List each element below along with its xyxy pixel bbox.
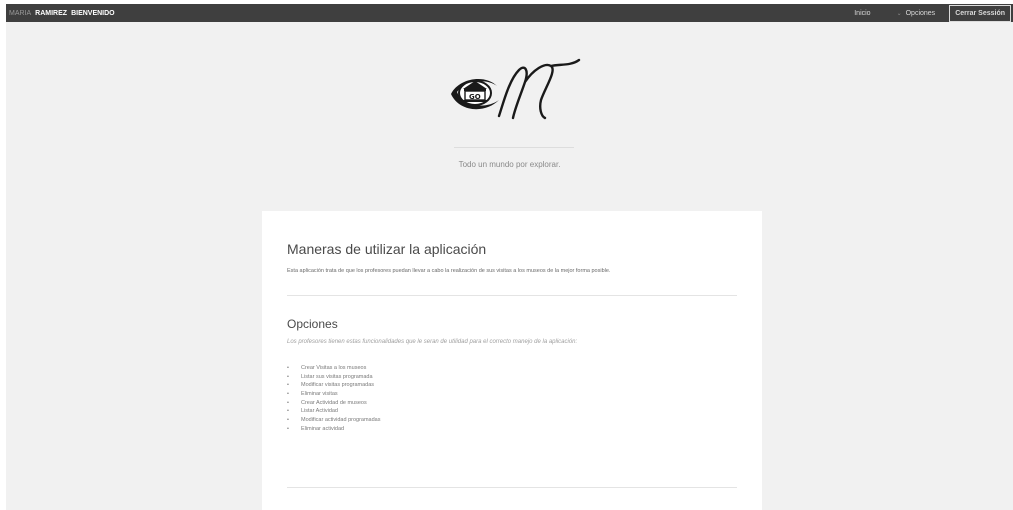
top-navbar: MARIA RAMIREZ BIENVENIDO Inicio ⌄ Opcion… — [6, 4, 1013, 22]
nav-home-link[interactable]: Inicio — [854, 10, 870, 17]
user-greeting: MARIA RAMIREZ BIENVENIDO — [9, 10, 115, 17]
list-item: Crear Visitas a los museos — [287, 364, 380, 373]
welcome-text: BIENVENIDO — [71, 9, 115, 17]
tagline: Todo un mundo por explorar. — [458, 160, 561, 169]
list-item: Listar Actividad — [287, 407, 380, 416]
nav-menu: Inicio ⌄ Opciones Cerrar Sessión — [854, 4, 1013, 22]
options-title: Opciones — [287, 317, 338, 331]
logout-button[interactable]: Cerrar Sessión — [949, 4, 1011, 22]
logo-badge: GO — [469, 93, 481, 101]
list-item: Crear Actividad de museos — [287, 399, 380, 408]
options-list: Crear Visitas a los museos Listar sus vi… — [287, 364, 380, 434]
nav-options-dropdown[interactable]: ⌄ Opciones — [897, 10, 936, 17]
user-first-name: MARIA — [9, 9, 32, 17]
app-frame: MARIA RAMIREZ BIENVENIDO Inicio ⌄ Opcion… — [6, 4, 1013, 510]
hero-divider — [454, 147, 574, 148]
list-item: Eliminar visitas — [287, 390, 380, 399]
card-divider-top — [287, 295, 737, 296]
list-item: Modificar actividad programadas — [287, 416, 380, 425]
museum-logo-icon: GO — [441, 56, 581, 126]
card-divider-bottom — [287, 487, 737, 488]
nav-options-label: Opciones — [905, 9, 936, 17]
info-card: Maneras de utilizar la aplicación Esta a… — [262, 211, 762, 510]
list-item: Eliminar actividad — [287, 425, 380, 434]
user-last-name: RAMIREZ — [35, 9, 68, 17]
options-intro: Los profesores tienen estas funcionalida… — [287, 339, 578, 345]
chevron-down-icon: ⌄ — [896, 10, 902, 17]
card-description: Esta aplicación trata de que los profeso… — [287, 268, 611, 274]
card-title: Maneras de utilizar la aplicación — [287, 241, 487, 257]
list-item: Modificar visitas programadas — [287, 381, 380, 390]
list-item: Listar sus visitas programada — [287, 373, 380, 382]
